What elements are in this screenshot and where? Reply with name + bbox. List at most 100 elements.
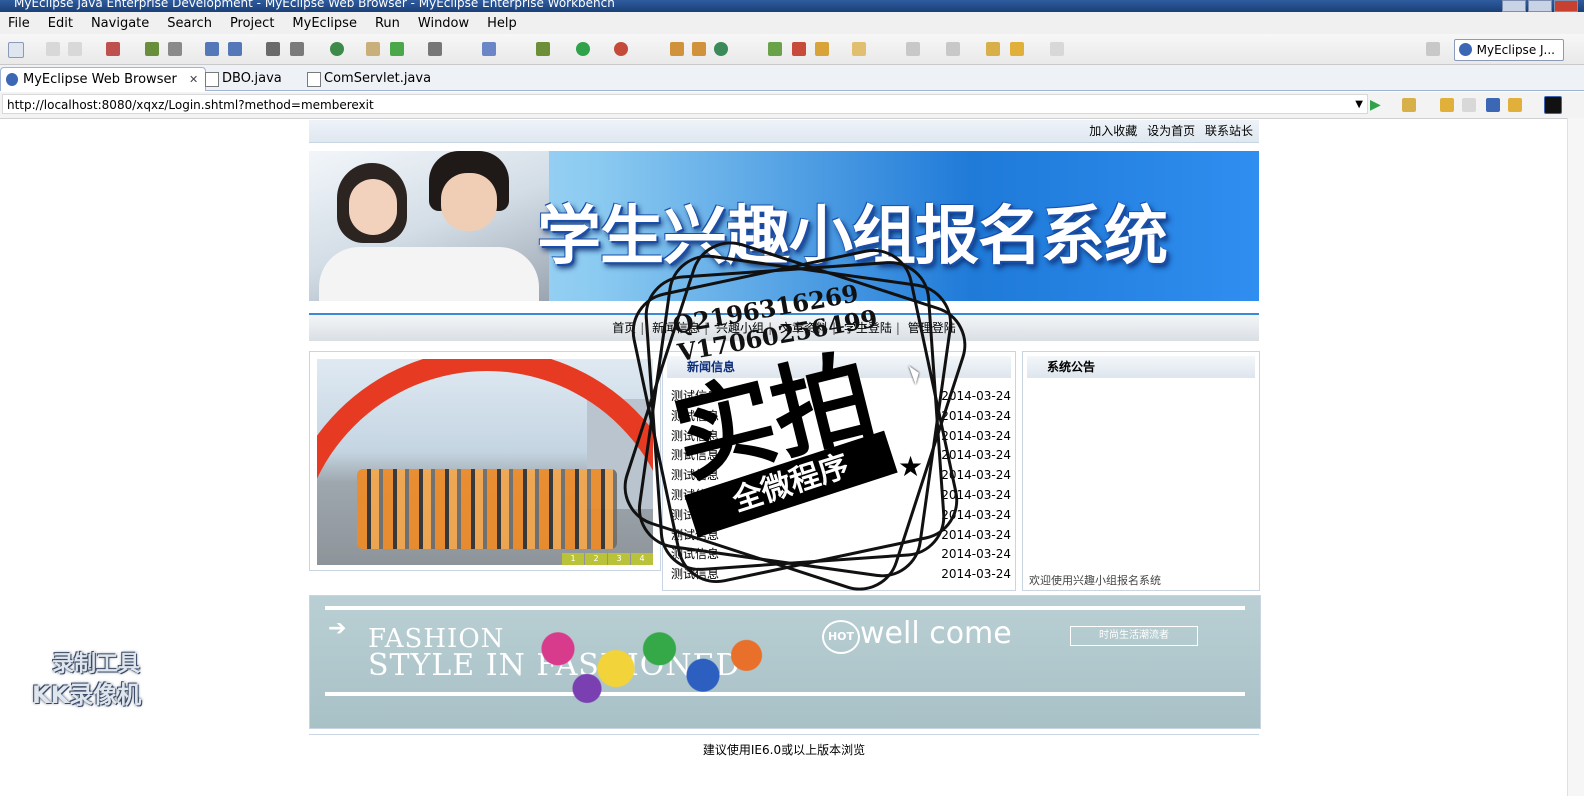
open-perspective-icon[interactable] — [1426, 42, 1440, 56]
list-item[interactable]: 测试信息 2014-03-24 — [671, 466, 1011, 486]
browser-icon — [6, 73, 18, 86]
prev-annotation-icon[interactable] — [946, 42, 960, 56]
open-type-icon[interactable] — [768, 42, 782, 56]
list-item[interactable]: 测试信息 2014-03-24 — [671, 545, 1011, 565]
db-icon[interactable] — [266, 42, 280, 56]
menu-run[interactable]: Run — [375, 16, 400, 31]
maximize-button[interactable] — [1528, 0, 1552, 12]
editor-tabs: MyEclipse Web Browser ✕ DBO.java ComServ… — [0, 65, 1584, 91]
save-icon[interactable] — [46, 42, 60, 56]
slider-page-4[interactable]: 4 — [631, 553, 653, 565]
fashion-button[interactable]: 时尚生活潮流者 — [1070, 626, 1198, 646]
favorites-icon[interactable] — [1402, 98, 1416, 112]
news-box: 新闻信息 测试信息 2014-03-24 测试信息 2014-03-24 测试信息 2… — [662, 351, 1016, 591]
new-class-icon[interactable] — [482, 42, 496, 56]
chevron-down-icon[interactable]: ▼ — [1355, 95, 1363, 115]
new-project-icon[interactable] — [670, 42, 684, 56]
back-icon[interactable] — [1010, 42, 1024, 56]
nav-student-login[interactable]: 学生登陆 — [844, 321, 892, 335]
tab-web-browser[interactable]: MyEclipse Web Browser ✕ — [0, 67, 206, 91]
java-file-icon — [307, 72, 321, 87]
deploy-icon[interactable] — [145, 42, 159, 56]
new-type-icon[interactable] — [714, 42, 728, 56]
debug-icon[interactable] — [536, 42, 550, 56]
contact-admin-link[interactable]: 联系站长 — [1205, 124, 1253, 138]
welcome-text: well come — [860, 616, 1012, 651]
menu-file[interactable]: File — [8, 16, 30, 31]
print-icon[interactable] — [68, 42, 82, 56]
set-homepage-link[interactable]: 设为首页 — [1147, 124, 1195, 138]
slider-pager: 1 2 3 4 — [561, 553, 653, 565]
list-item[interactable]: 测试信息 2014-03-24 — [671, 506, 1011, 526]
marathon-photo[interactable]: 1 2 3 4 — [317, 359, 653, 565]
perspective-switcher[interactable]: MyEclipse J... — [1453, 39, 1564, 61]
site-nav: 首页 | 新闻信息 | 兴趣小组 | 文章资料 | 学生登陆 | 管理登陆 — [309, 313, 1259, 341]
url-input[interactable]: http://localhost:8080/xqxz/Login.shtml?m… — [2, 94, 1368, 114]
list-item[interactable]: 测试信息 2014-03-24 — [671, 446, 1011, 466]
task-icon[interactable] — [815, 42, 829, 56]
nav-groups[interactable]: 兴趣小组 — [716, 321, 764, 335]
external-tools-icon[interactable] — [614, 42, 628, 56]
list-item[interactable]: 测试信息 2014-03-24 — [671, 526, 1011, 546]
close-window-button[interactable] — [1554, 0, 1578, 12]
hot-badge: HOT — [822, 620, 860, 654]
menu-help[interactable]: Help — [487, 16, 517, 31]
open-resource-icon[interactable] — [792, 42, 806, 56]
wizard2-icon[interactable] — [228, 42, 242, 56]
camera-icon[interactable] — [428, 42, 442, 56]
photo-slider-box: 1 2 3 4 — [309, 351, 661, 571]
folder-icon[interactable] — [852, 42, 866, 56]
list-item[interactable]: 测试信息 2014-03-24 — [671, 486, 1011, 506]
new-package-icon[interactable] — [692, 42, 706, 56]
menu-window[interactable]: Window — [418, 16, 469, 31]
slider-page-2[interactable]: 2 — [585, 553, 607, 565]
refresh-icon[interactable] — [390, 42, 404, 56]
server-icon[interactable] — [168, 42, 182, 56]
next-annotation-icon[interactable] — [906, 42, 920, 56]
add-favorite-link[interactable]: 加入收藏 — [1089, 124, 1137, 138]
globe-icon[interactable] — [330, 42, 344, 56]
nav-news[interactable]: 新闻信息 — [652, 321, 700, 335]
page-preview-icon[interactable] — [1544, 96, 1562, 114]
list-item[interactable]: 测试信息 2014-03-24 — [671, 387, 1011, 407]
slider-page-1[interactable]: 1 — [562, 553, 584, 565]
wizard-icon[interactable] — [205, 42, 219, 56]
list-item[interactable]: 测试信息 2014-03-24 — [671, 565, 1011, 585]
window-controls — [1502, 0, 1578, 12]
window-title: MyEclipse Java Enterprise Development - … — [14, 0, 615, 10]
stop-icon[interactable] — [1486, 98, 1500, 112]
last-edit-icon[interactable] — [986, 42, 1000, 56]
go-icon[interactable]: ▶ — [1370, 98, 1384, 112]
notice-marquee: 欢迎使用兴趣小组报名系统 — [1029, 574, 1161, 587]
browser-back-icon[interactable] — [1440, 98, 1454, 112]
page-scrollbar[interactable] — [1567, 118, 1584, 796]
slider-page-3[interactable]: 3 — [608, 553, 630, 565]
run-icon[interactable] — [576, 42, 590, 56]
browser-forward-icon[interactable] — [1462, 98, 1476, 112]
java-file-icon — [205, 72, 219, 87]
notice-heading: 系统公告 — [1027, 356, 1255, 378]
nav-articles[interactable]: 文章资料 — [780, 321, 828, 335]
menu-project[interactable]: Project — [230, 16, 274, 31]
list-item[interactable]: 测试信息 2014-03-24 — [671, 427, 1011, 447]
menu-search[interactable]: Search — [167, 16, 212, 31]
list-item[interactable]: 测试信息 2014-03-24 — [671, 407, 1011, 427]
menu-edit[interactable]: Edit — [48, 16, 73, 31]
package-icon[interactable] — [106, 42, 120, 56]
menu-navigate[interactable]: Navigate — [91, 16, 149, 31]
banner-students-image — [309, 151, 549, 301]
minimize-button[interactable] — [1502, 0, 1526, 12]
tab-comservlet-java[interactable]: ComServlet.java — [302, 67, 452, 90]
window-titlebar: MyEclipse Java Enterprise Development - … — [0, 0, 1584, 12]
dancers-image — [500, 596, 790, 728]
menu-myeclipse[interactable]: MyEclipse — [292, 16, 357, 31]
forward-icon[interactable] — [1050, 42, 1064, 56]
new-icon[interactable] — [8, 42, 24, 58]
close-tab-icon[interactable]: ✕ — [189, 73, 198, 86]
tab-dbo-java[interactable]: DBO.java — [200, 67, 312, 90]
nav-admin-login[interactable]: 管理登陆 — [908, 321, 956, 335]
browser-refresh-icon[interactable] — [1508, 98, 1522, 112]
nav-home[interactable]: 首页 — [612, 321, 636, 335]
open-folder-icon[interactable] — [366, 42, 380, 56]
db-export-icon[interactable] — [290, 42, 304, 56]
